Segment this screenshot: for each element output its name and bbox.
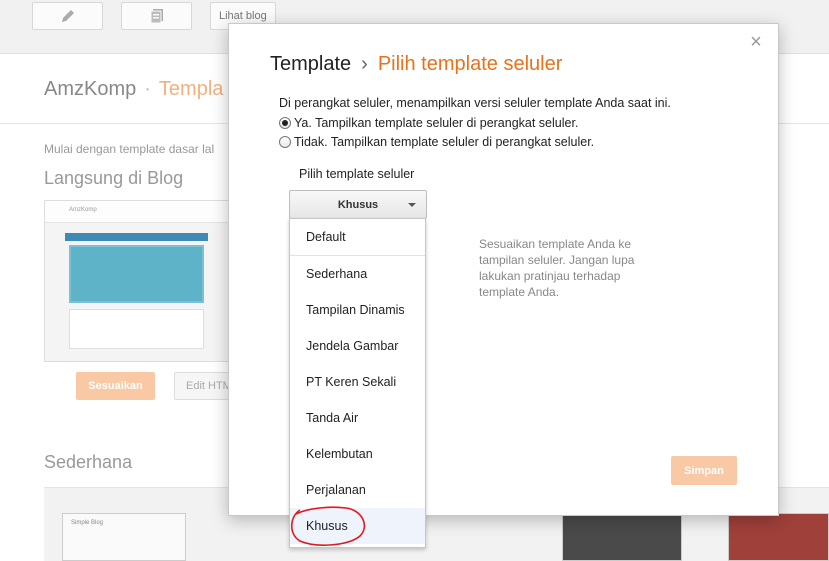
blog-name[interactable]: AmzKomp: [44, 78, 136, 100]
theme-thumb-simple[interactable]: Simple Blog: [62, 513, 186, 561]
radio-no[interactable]: [279, 136, 291, 148]
intro-text: Mulai dengan template dasar lal: [44, 142, 215, 156]
thumb-body: [69, 309, 204, 349]
menu-item-sederhana[interactable]: Sederhana: [290, 256, 425, 292]
dialog-title-sub: Pilih template seluler: [377, 53, 563, 75]
close-icon[interactable]: ×: [748, 32, 764, 52]
theme-thumb-red[interactable]: [728, 513, 829, 561]
menu-item-perjalanan[interactable]: Perjalanan: [290, 472, 425, 508]
new-post-button[interactable]: [32, 2, 103, 30]
menu-item-tanda-air[interactable]: Tanda Air: [290, 400, 425, 436]
dialog-description: Di perangkat seluler, menampilkan versi …: [279, 96, 671, 110]
chevron-right-icon: ›: [361, 53, 368, 75]
dialog-title-main: Template: [270, 53, 352, 75]
mobile-template-dialog: × Template › Pilih template seluler Di per…: [228, 23, 779, 548]
menu-item-pt-keren-sekali[interactable]: PT Keren Sekali: [290, 364, 425, 400]
template-dropdown-menu: Default Sederhana Tampilan Dinamis Jende…: [289, 218, 426, 548]
side-note: Sesuaikan template Anda ke tampilan selu…: [479, 237, 635, 299]
theme-thumb-label: Simple Blog: [71, 520, 104, 526]
simple-section-title: Sederhana: [44, 452, 133, 472]
live-template-thumbnail[interactable]: AmzKomp: [44, 200, 229, 362]
radio-no-label: Tidak. Tampilkan template seluler di per…: [294, 135, 595, 149]
posts-button[interactable]: [121, 2, 192, 30]
radio-option-yes[interactable]: Ya. Tampilkan template seluler di perang…: [279, 116, 578, 130]
menu-item-tampilan-dinamis[interactable]: Tampilan Dinamis: [290, 292, 425, 328]
theme-thumb-dark[interactable]: [562, 513, 682, 561]
edit-html-button[interactable]: Edit HTM: [174, 372, 232, 400]
select-label: Pilih template seluler: [299, 167, 415, 181]
radio-option-no[interactable]: Tidak. Tampilkan template seluler di per…: [279, 135, 594, 149]
posts-icon: [150, 9, 163, 24]
breadcrumb-template: Templa: [158, 78, 224, 100]
save-button[interactable]: Simpan: [671, 456, 737, 485]
menu-item-default[interactable]: Default: [290, 219, 425, 255]
thumb-header: AmzKomp: [45, 201, 228, 223]
dialog-title: Template › Pilih template seluler: [270, 53, 562, 76]
thumb-banner: [69, 245, 204, 303]
radio-yes-label: Ya. Tampilkan template seluler di perang…: [294, 116, 579, 130]
radio-yes[interactable]: [279, 117, 291, 129]
title-separator: ·: [144, 78, 151, 100]
menu-item-jendela-gambar[interactable]: Jendela Gambar: [290, 328, 425, 364]
customize-button[interactable]: Sesuaikan: [76, 372, 155, 400]
pencil-icon: [61, 10, 74, 22]
menu-item-kelembutan[interactable]: Kelembutan: [290, 436, 425, 472]
select-value: Khusus: [337, 198, 379, 211]
thumb-nav: [65, 233, 208, 241]
menu-item-khusus-label: Khusus: [306, 519, 348, 533]
mobile-template-select[interactable]: Khusus: [289, 190, 427, 219]
caret-down-icon: [408, 203, 416, 207]
blog-title: AmzKomp · Templa: [44, 78, 223, 101]
live-section-title: Langsung di Blog: [44, 168, 184, 188]
menu-item-khusus[interactable]: Khusus: [290, 506, 425, 546]
